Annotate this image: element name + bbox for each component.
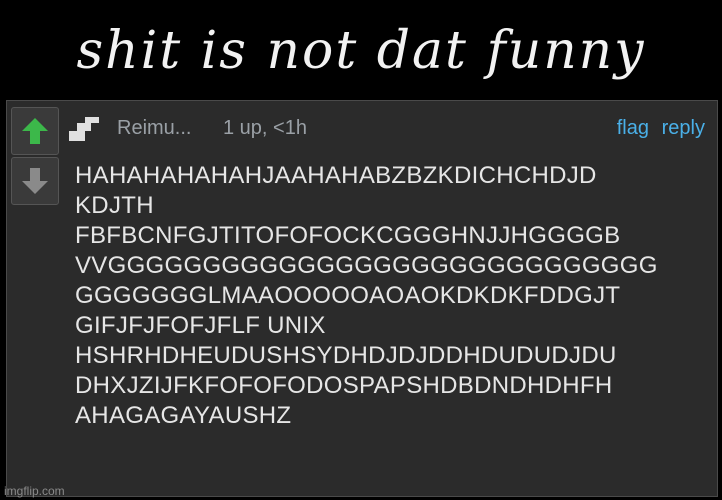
down-arrow-icon <box>22 168 48 194</box>
avatar-icon[interactable] <box>67 115 103 143</box>
comment-line: KDJTH <box>75 192 154 219</box>
comment-header: Reimu... 1 up, <1h flag reply <box>67 113 709 145</box>
comment-line: DHXJZIJFKFOFOFODOSPAPSHDBDNDHDHFH <box>75 372 613 399</box>
vote-column <box>7 101 63 211</box>
flag-link[interactable]: flag <box>617 117 649 140</box>
comment-line: FBFBCNFGJTITOFOFOCKCGGGHNJJHGGGGB <box>75 222 621 249</box>
upvote-button[interactable] <box>11 107 59 155</box>
comment-username[interactable]: Reimu... <box>117 117 191 140</box>
up-arrow-icon <box>22 118 48 144</box>
comment-line: GIFJFJFOFJFLF UNIX <box>75 312 326 339</box>
watermark: imgflip.com <box>4 484 65 498</box>
comment-line: HSHRHDHEUDUSHSYDHDJDJDDHDUDUDJDU <box>75 342 617 369</box>
reply-link[interactable]: reply <box>662 117 705 140</box>
downvote-button[interactable] <box>11 157 59 205</box>
comment-line: GGGGGGGLMAAOOOOOAOAOKDKDKFDDGJT <box>75 282 621 309</box>
comment-line: AHAGAGAYAUSHZ <box>75 402 292 429</box>
comment-line: VVGGGGGGGGGGGGGGGGGGGGGGGGGGGGG <box>75 252 658 279</box>
comment-card: Reimu... 1 up, <1h flag reply HAHAHAHAHA… <box>6 100 718 497</box>
comment-body: HAHAHAHAHAHJAAHAHABZBZKDICHCHDJD KDJTH F… <box>75 161 711 431</box>
comment-meta: 1 up, <1h <box>223 117 307 139</box>
meme-caption: shit is not dat funny <box>76 21 646 81</box>
comment-line: HAHAHAHAHAHJAAHAHABZBZKDICHCHDJD <box>75 162 597 189</box>
